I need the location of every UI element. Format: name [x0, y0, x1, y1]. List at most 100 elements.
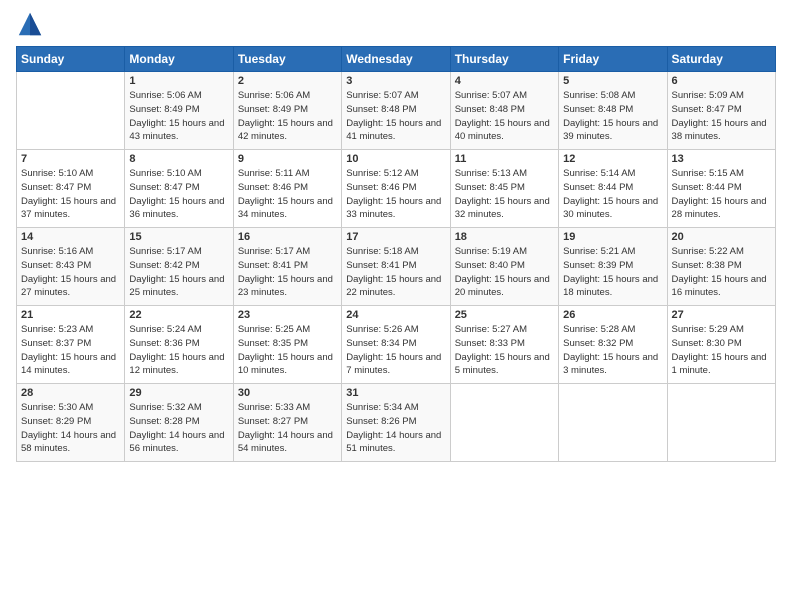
day-info: Sunrise: 5:29 AMSunset: 8:30 PMDaylight:… — [672, 323, 771, 378]
day-number: 22 — [129, 309, 228, 321]
day-info: Sunrise: 5:30 AMSunset: 8:29 PMDaylight:… — [21, 401, 120, 456]
day-info: Sunrise: 5:16 AMSunset: 8:43 PMDaylight:… — [21, 245, 120, 300]
header — [16, 10, 776, 38]
day-number: 29 — [129, 387, 228, 399]
day-number: 15 — [129, 231, 228, 243]
day-info: Sunrise: 5:19 AMSunset: 8:40 PMDaylight:… — [455, 245, 554, 300]
day-info: Sunrise: 5:24 AMSunset: 8:36 PMDaylight:… — [129, 323, 228, 378]
day-info: Sunrise: 5:06 AMSunset: 8:49 PMDaylight:… — [238, 89, 337, 144]
day-info: Sunrise: 5:09 AMSunset: 8:47 PMDaylight:… — [672, 89, 771, 144]
day-info: Sunrise: 5:21 AMSunset: 8:39 PMDaylight:… — [563, 245, 662, 300]
day-cell — [559, 384, 667, 462]
col-header-monday: Monday — [125, 47, 233, 72]
day-cell: 9Sunrise: 5:11 AMSunset: 8:46 PMDaylight… — [233, 150, 341, 228]
day-number: 21 — [21, 309, 120, 321]
day-cell: 8 Sunrise: 5:10 AMSunset: 8:47 PMDaylight… — [125, 150, 233, 228]
col-header-saturday: Saturday — [667, 47, 775, 72]
day-number: 20 — [672, 231, 771, 243]
day-cell — [17, 72, 125, 150]
day-number: 18 — [455, 231, 554, 243]
day-cell: 26Sunrise: 5:28 AMSunset: 8:32 PMDayligh… — [559, 306, 667, 384]
day-info: Sunrise: 5:07 AMSunset: 8:48 PMDaylight:… — [455, 89, 554, 144]
day-info: Sunrise: 5:10 AMSunset: 8:47 PMDaylight:… — [21, 167, 120, 222]
day-info: Sunrise: 5:15 AMSunset: 8:44 PMDaylight:… — [672, 167, 771, 222]
day-cell: 24 Sunrise: 5:26 AMSunset: 8:34 PMDayligh… — [342, 306, 450, 384]
day-number: 17 — [346, 231, 445, 243]
day-number: 12 — [563, 153, 662, 165]
day-number: 5 — [563, 75, 662, 87]
day-number: 10 — [346, 153, 445, 165]
col-header-sunday: Sunday — [17, 47, 125, 72]
week-row-2: 7 Sunrise: 5:10 AMSunset: 8:47 PMDaylight… — [17, 150, 776, 228]
day-cell: 27 Sunrise: 5:29 AMSunset: 8:30 PMDayligh… — [667, 306, 775, 384]
day-cell — [667, 384, 775, 462]
day-number: 2 — [238, 75, 337, 87]
day-cell: 4 Sunrise: 5:07 AMSunset: 8:48 PMDaylight… — [450, 72, 558, 150]
day-cell: 23Sunrise: 5:25 AMSunset: 8:35 PMDayligh… — [233, 306, 341, 384]
day-number: 26 — [563, 309, 662, 321]
week-row-1: 1Sunrise: 5:06 AMSunset: 8:49 PMDaylight… — [17, 72, 776, 150]
day-cell: 5 Sunrise: 5:08 AMSunset: 8:48 PMDaylight… — [559, 72, 667, 150]
logo — [16, 10, 48, 38]
day-number: 23 — [238, 309, 337, 321]
day-info: Sunrise: 5:32 AMSunset: 8:28 PMDaylight:… — [129, 401, 228, 456]
day-cell: 29 Sunrise: 5:32 AMSunset: 8:28 PMDayligh… — [125, 384, 233, 462]
day-cell: 2 Sunrise: 5:06 AMSunset: 8:49 PMDaylight… — [233, 72, 341, 150]
day-info: Sunrise: 5:12 AMSunset: 8:46 PMDaylight:… — [346, 167, 445, 222]
week-row-4: 21 Sunrise: 5:23 AMSunset: 8:37 PMDayligh… — [17, 306, 776, 384]
day-cell — [450, 384, 558, 462]
day-info: Sunrise: 5:34 AMSunset: 8:26 PMDaylight:… — [346, 401, 445, 456]
day-cell: 3Sunrise: 5:07 AMSunset: 8:48 PMDaylight… — [342, 72, 450, 150]
day-number: 19 — [563, 231, 662, 243]
day-number: 8 — [129, 153, 228, 165]
day-cell: 7 Sunrise: 5:10 AMSunset: 8:47 PMDaylight… — [17, 150, 125, 228]
day-info: Sunrise: 5:10 AMSunset: 8:47 PMDaylight:… — [129, 167, 228, 222]
page: SundayMondayTuesdayWednesdayThursdayFrid… — [0, 0, 792, 612]
col-header-friday: Friday — [559, 47, 667, 72]
calendar-header-row: SundayMondayTuesdayWednesdayThursdayFrid… — [17, 47, 776, 72]
col-header-wednesday: Wednesday — [342, 47, 450, 72]
day-info: Sunrise: 5:33 AMSunset: 8:27 PMDaylight:… — [238, 401, 337, 456]
day-number: 27 — [672, 309, 771, 321]
day-number: 4 — [455, 75, 554, 87]
day-number: 9 — [238, 153, 337, 165]
day-cell: 13 Sunrise: 5:15 AMSunset: 8:44 PMDayligh… — [667, 150, 775, 228]
day-cell: 15 Sunrise: 5:17 AMSunset: 8:42 PMDayligh… — [125, 228, 233, 306]
day-cell: 25Sunrise: 5:27 AMSunset: 8:33 PMDayligh… — [450, 306, 558, 384]
day-cell: 10 Sunrise: 5:12 AMSunset: 8:46 PMDayligh… — [342, 150, 450, 228]
day-cell: 14 Sunrise: 5:16 AMSunset: 8:43 PMDayligh… — [17, 228, 125, 306]
day-cell: 12 Sunrise: 5:14 AMSunset: 8:44 PMDayligh… — [559, 150, 667, 228]
day-cell: 22 Sunrise: 5:24 AMSunset: 8:36 PMDayligh… — [125, 306, 233, 384]
day-info: Sunrise: 5:08 AMSunset: 8:48 PMDaylight:… — [563, 89, 662, 144]
col-header-tuesday: Tuesday — [233, 47, 341, 72]
day-info: Sunrise: 5:23 AMSunset: 8:37 PMDaylight:… — [21, 323, 120, 378]
day-info: Sunrise: 5:17 AMSunset: 8:42 PMDaylight:… — [129, 245, 228, 300]
day-cell: 21 Sunrise: 5:23 AMSunset: 8:37 PMDayligh… — [17, 306, 125, 384]
logo-icon — [16, 10, 44, 38]
day-cell: 31Sunrise: 5:34 AMSunset: 8:26 PMDayligh… — [342, 384, 450, 462]
day-info: Sunrise: 5:18 AMSunset: 8:41 PMDaylight:… — [346, 245, 445, 300]
day-cell: 16Sunrise: 5:17 AMSunset: 8:41 PMDayligh… — [233, 228, 341, 306]
day-info: Sunrise: 5:13 AMSunset: 8:45 PMDaylight:… — [455, 167, 554, 222]
day-number: 3 — [346, 75, 445, 87]
day-cell: 1Sunrise: 5:06 AMSunset: 8:49 PMDaylight… — [125, 72, 233, 150]
col-header-thursday: Thursday — [450, 47, 558, 72]
week-row-5: 28 Sunrise: 5:30 AMSunset: 8:29 PMDayligh… — [17, 384, 776, 462]
day-number: 7 — [21, 153, 120, 165]
day-info: Sunrise: 5:14 AMSunset: 8:44 PMDaylight:… — [563, 167, 662, 222]
calendar-table: SundayMondayTuesdayWednesdayThursdayFrid… — [16, 46, 776, 462]
day-number: 6 — [672, 75, 771, 87]
day-number: 11 — [455, 153, 554, 165]
day-number: 28 — [21, 387, 120, 399]
day-number: 13 — [672, 153, 771, 165]
day-cell: 17 Sunrise: 5:18 AMSunset: 8:41 PMDayligh… — [342, 228, 450, 306]
day-number: 14 — [21, 231, 120, 243]
day-cell: 19 Sunrise: 5:21 AMSunset: 8:39 PMDayligh… — [559, 228, 667, 306]
week-row-3: 14 Sunrise: 5:16 AMSunset: 8:43 PMDayligh… — [17, 228, 776, 306]
day-number: 24 — [346, 309, 445, 321]
day-cell: 18 Sunrise: 5:19 AMSunset: 8:40 PMDayligh… — [450, 228, 558, 306]
day-number: 30 — [238, 387, 337, 399]
day-cell: 20Sunrise: 5:22 AMSunset: 8:38 PMDayligh… — [667, 228, 775, 306]
day-info: Sunrise: 5:26 AMSunset: 8:34 PMDaylight:… — [346, 323, 445, 378]
day-number: 25 — [455, 309, 554, 321]
